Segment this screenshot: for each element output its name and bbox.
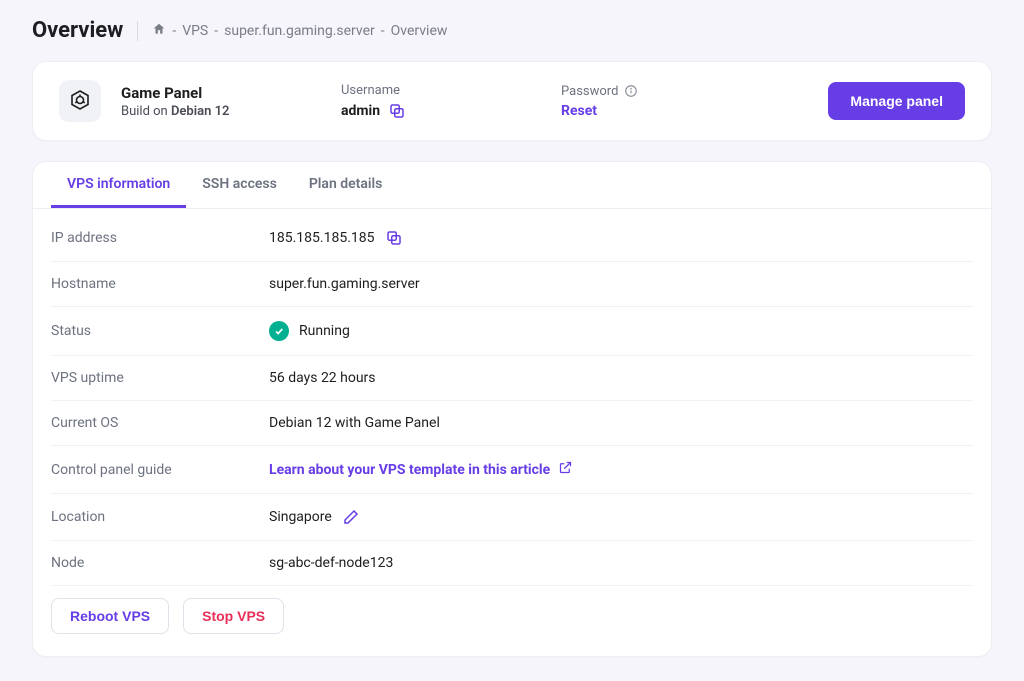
game-panel-meta: Game Panel Build on Debian 12: [121, 84, 321, 119]
breadcrumb-overview: Overview: [391, 23, 448, 39]
row-node: Node sg-abc-def-node123: [51, 541, 973, 586]
game-panel-title: Game Panel: [121, 84, 321, 102]
vps-info-card: VPS information SSH access Plan details …: [32, 161, 992, 657]
external-link-icon: [558, 460, 573, 479]
username-value: admin: [341, 103, 380, 119]
reboot-vps-button[interactable]: Reboot VPS: [51, 598, 169, 634]
copy-ip-icon[interactable]: [385, 229, 403, 247]
guide-label: Control panel guide: [51, 462, 269, 478]
tabs: VPS information SSH access Plan details: [33, 162, 991, 209]
row-uptime: VPS uptime 56 days 22 hours: [51, 356, 973, 401]
ip-label: IP address: [51, 230, 269, 246]
breadcrumb-vps[interactable]: VPS: [182, 23, 208, 39]
info-icon[interactable]: [624, 84, 638, 98]
uptime-label: VPS uptime: [51, 370, 269, 386]
status-value: Running: [299, 323, 350, 339]
os-label: Current OS: [51, 415, 269, 431]
ip-value: 185.185.185.185: [269, 230, 375, 246]
tab-plan-details[interactable]: Plan details: [293, 162, 399, 208]
game-panel-icon: [59, 80, 101, 122]
row-os: Current OS Debian 12 with Game Panel: [51, 401, 973, 446]
manage-panel-button[interactable]: Manage panel: [828, 82, 965, 120]
edit-location-icon[interactable]: [342, 508, 360, 526]
header-divider: [137, 21, 138, 41]
stop-vps-button[interactable]: Stop VPS: [183, 598, 284, 634]
game-panel-build: Build on Debian 12: [121, 104, 321, 119]
row-location: Location Singapore: [51, 494, 973, 541]
password-column: Password Reset: [561, 84, 761, 119]
home-icon[interactable]: [152, 22, 166, 40]
row-guide: Control panel guide Learn about your VPS…: [51, 446, 973, 494]
password-label: Password: [561, 84, 618, 99]
breadcrumb-server[interactable]: super.fun.gaming.server: [224, 23, 375, 39]
breadcrumb: - VPS - super.fun.gaming.server - Overvi…: [152, 22, 447, 40]
hostname-label: Hostname: [51, 276, 269, 292]
game-panel-card: Game Panel Build on Debian 12 Username a…: [32, 61, 992, 141]
guide-link[interactable]: Learn about your VPS template in this ar…: [269, 460, 573, 479]
location-label: Location: [51, 509, 269, 525]
node-value: sg-abc-def-node123: [269, 555, 393, 571]
hostname-value: super.fun.gaming.server: [269, 276, 420, 292]
node-label: Node: [51, 555, 269, 571]
copy-username-icon[interactable]: [388, 102, 406, 120]
tab-vps-information[interactable]: VPS information: [51, 162, 186, 208]
uptime-value: 56 days 22 hours: [269, 370, 376, 386]
reset-password-link[interactable]: Reset: [561, 103, 597, 119]
username-label: Username: [341, 83, 541, 98]
tab-ssh-access[interactable]: SSH access: [186, 162, 293, 208]
row-hostname: Hostname super.fun.gaming.server: [51, 262, 973, 307]
status-running-icon: [269, 321, 289, 341]
os-value: Debian 12 with Game Panel: [269, 415, 440, 431]
row-status: Status Running: [51, 307, 973, 356]
page-title: Overview: [32, 18, 123, 43]
location-value: Singapore: [269, 509, 332, 525]
row-ip: IP address 185.185.185.185: [51, 215, 973, 262]
username-column: Username admin: [341, 83, 541, 120]
status-label: Status: [51, 323, 269, 339]
